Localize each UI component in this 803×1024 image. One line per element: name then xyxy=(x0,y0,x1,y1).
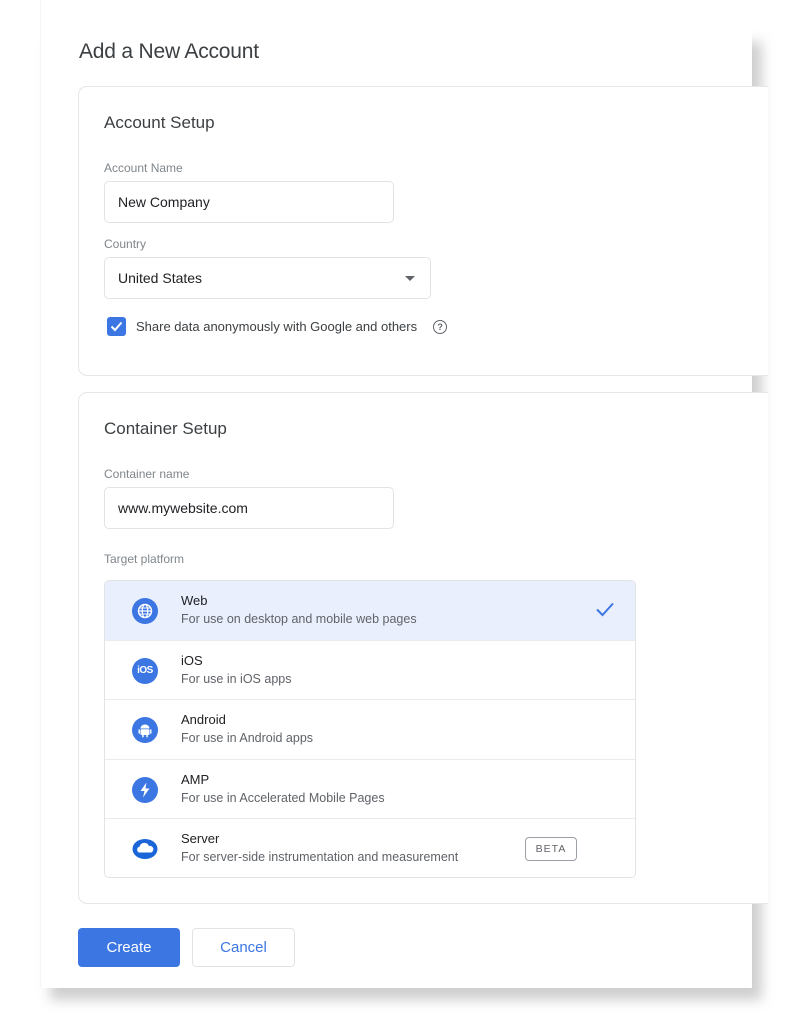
container-setup-title: Container Setup xyxy=(104,419,227,438)
platform-option-amp[interactable]: AMP For use in Accelerated Mobile Pages xyxy=(105,759,635,819)
dropdown-arrow-icon xyxy=(405,276,415,281)
share-data-checkbox[interactable] xyxy=(107,317,126,336)
platform-description: For server-side instrumentation and meas… xyxy=(181,850,459,864)
container-name-input[interactable]: www.mywebsite.com xyxy=(104,487,394,529)
country-select[interactable]: United States xyxy=(104,257,431,299)
platform-name: Android xyxy=(181,712,226,727)
selected-check-icon xyxy=(595,601,615,622)
help-circle-icon[interactable]: ? xyxy=(433,319,448,334)
account-setup-card: Account Setup Account Name New Company C… xyxy=(78,86,768,376)
target-platform-label: Target platform xyxy=(104,552,185,566)
country-label: Country xyxy=(104,237,147,251)
platform-description: For use on desktop and mobile web pages xyxy=(181,612,417,626)
platform-description: For use in iOS apps xyxy=(181,671,292,686)
lightning-bolt-icon xyxy=(132,776,158,803)
platform-description: For use in Android apps xyxy=(181,731,314,745)
platform-option-server[interactable]: Server For server-side instrumentation a… xyxy=(105,819,635,877)
country-selected-value: United States xyxy=(118,270,203,286)
account-name-input[interactable]: New Company xyxy=(104,181,394,223)
page-title: Add a New Account xyxy=(79,40,259,63)
platform-option-android[interactable]: Android For use in Android apps xyxy=(105,700,635,760)
page: Add a New Account Account Setup Account … xyxy=(0,0,803,1024)
container-name-label: Container name xyxy=(104,467,190,481)
account-name-value: New Company xyxy=(118,194,210,210)
account-name-label: Account Name xyxy=(104,161,183,175)
share-data-row: Share data anonymously with Google and o… xyxy=(107,317,448,336)
beta-badge: BETA xyxy=(525,837,577,861)
platform-option-ios[interactable]: iOS iOS For use in iOS apps xyxy=(105,640,635,700)
share-data-label: Share data anonymously with Google and o… xyxy=(136,319,418,334)
platform-option-web[interactable]: Web For use on desktop and mobile web pa… xyxy=(105,581,635,641)
container-setup-card: Container Setup Container name www.myweb… xyxy=(78,392,768,904)
platform-name: Web xyxy=(181,593,208,608)
cancel-button[interactable]: Cancel xyxy=(192,928,295,967)
platform-name: AMP xyxy=(181,771,210,787)
cloud-icon xyxy=(132,836,158,862)
platform-description: For use in Accelerated Mobile Pages xyxy=(181,790,385,805)
checkmark-icon xyxy=(110,321,123,332)
account-setup-title: Account Setup xyxy=(104,113,215,132)
android-icon xyxy=(132,717,158,743)
container-name-value: www.mywebsite.com xyxy=(118,500,248,516)
platform-name: Server xyxy=(181,831,220,846)
create-button[interactable]: Create xyxy=(78,928,180,967)
globe-icon xyxy=(132,598,158,624)
target-platform-list: Web For use on desktop and mobile web pa… xyxy=(104,580,636,878)
ios-icon-text: iOS xyxy=(137,665,153,676)
platform-name: iOS xyxy=(181,652,203,668)
ios-icon: iOS xyxy=(132,657,158,684)
